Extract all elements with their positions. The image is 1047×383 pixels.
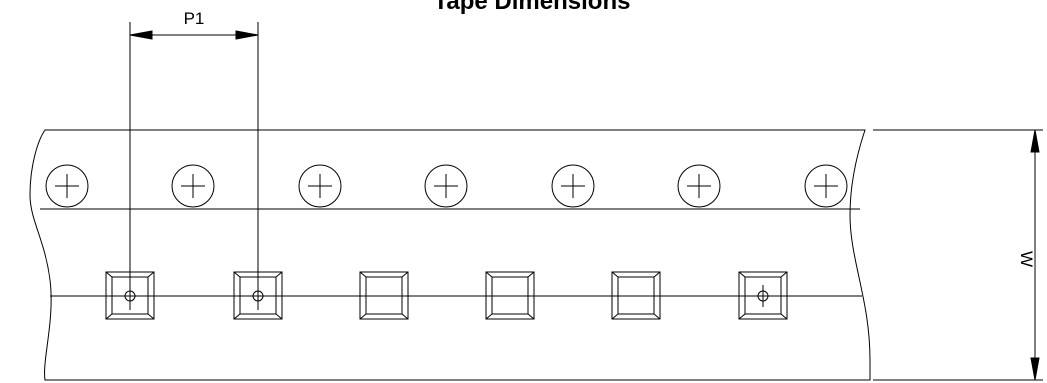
pitch-label: P1 (184, 9, 205, 28)
sprocket-hole (677, 164, 721, 208)
tape-diagram: P1 W (29, 9, 1043, 381)
tape-outline (29, 129, 871, 381)
width-label: W (1017, 251, 1036, 267)
sprocket-hole (551, 164, 595, 208)
sprocket-hole (45, 164, 89, 208)
pitch-dimension (129, 22, 259, 310)
sprocket-hole (424, 164, 468, 208)
sprocket-hole (804, 164, 848, 208)
sprocket-hole (298, 164, 342, 208)
sprocket-hole (171, 164, 215, 208)
